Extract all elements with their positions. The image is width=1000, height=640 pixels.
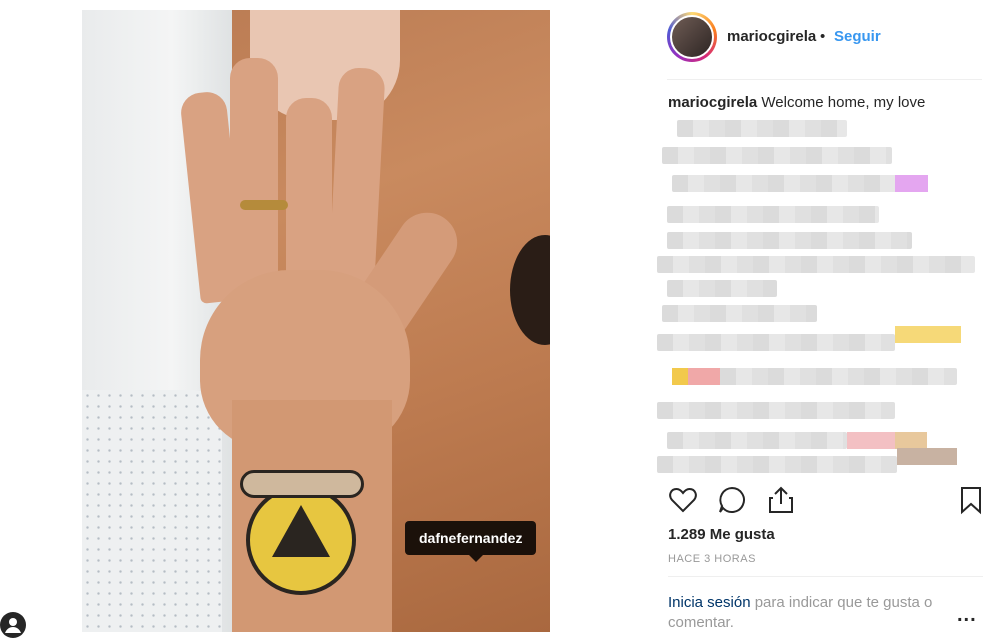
blurred-line (667, 280, 777, 297)
blurred-emoji (688, 368, 720, 385)
login-link[interactable]: Inicia sesión (668, 594, 751, 611)
blurred-emoji (847, 432, 895, 449)
blurred-emoji (895, 175, 928, 192)
photo-finger (286, 98, 332, 298)
more-icon[interactable]: ... (957, 604, 977, 627)
blurred-line (662, 147, 892, 164)
blurred-line (657, 256, 975, 273)
comment-icon[interactable] (717, 485, 747, 515)
share-icon[interactable] (766, 485, 796, 515)
photo-tattoo-triangle (272, 505, 330, 557)
photo-finger (230, 58, 278, 288)
blurred-line (662, 305, 817, 322)
header-username[interactable]: mariocgirela (727, 28, 816, 45)
caption-username[interactable]: mariocgirela (668, 94, 757, 111)
blurred-emoji (895, 326, 961, 343)
photo-hair (510, 235, 550, 345)
blurred-line (672, 175, 912, 192)
bookmark-icon[interactable] (956, 485, 986, 515)
follow-button[interactable]: Seguir (834, 28, 881, 45)
divider (668, 576, 983, 577)
blurred-line (657, 402, 895, 419)
user-icon[interactable] (0, 612, 26, 638)
blurred-line (657, 334, 895, 351)
avatar[interactable] (670, 15, 714, 59)
photo-tattoo-banner (240, 470, 364, 498)
photo-ring (240, 200, 288, 210)
blurred-line (657, 456, 897, 473)
blurred-line (667, 232, 912, 249)
photo-finger (328, 66, 386, 285)
caption-text: Welcome home, my love (761, 94, 926, 111)
photo-user-tag[interactable]: dafnefernandez (405, 521, 537, 562)
heart-icon[interactable] (668, 485, 698, 515)
post-header: mariocgirela • Seguir (667, 10, 982, 80)
post-photo[interactable]: dafnefernandez (82, 10, 550, 632)
login-prompt: Inicia sesión para indicar que te gusta … (668, 593, 968, 633)
blurred-line (677, 120, 847, 137)
photo-blanket (82, 390, 222, 632)
post-timestamp[interactable]: HACE 3 HORAS (668, 553, 756, 565)
caption: mariocgirela Welcome home, my love (668, 94, 925, 111)
avatar-ring[interactable] (667, 12, 717, 62)
blurred-emoji (672, 368, 688, 385)
like-count[interactable]: 1.289 Me gusta (668, 526, 775, 543)
blurred-line (667, 206, 879, 223)
blurred-comments (657, 120, 977, 480)
separator-dot: • (820, 28, 826, 45)
action-bar (668, 485, 983, 517)
blurred-emoji (897, 448, 957, 465)
blurred-line (667, 432, 847, 449)
blurred-emoji (895, 432, 927, 449)
